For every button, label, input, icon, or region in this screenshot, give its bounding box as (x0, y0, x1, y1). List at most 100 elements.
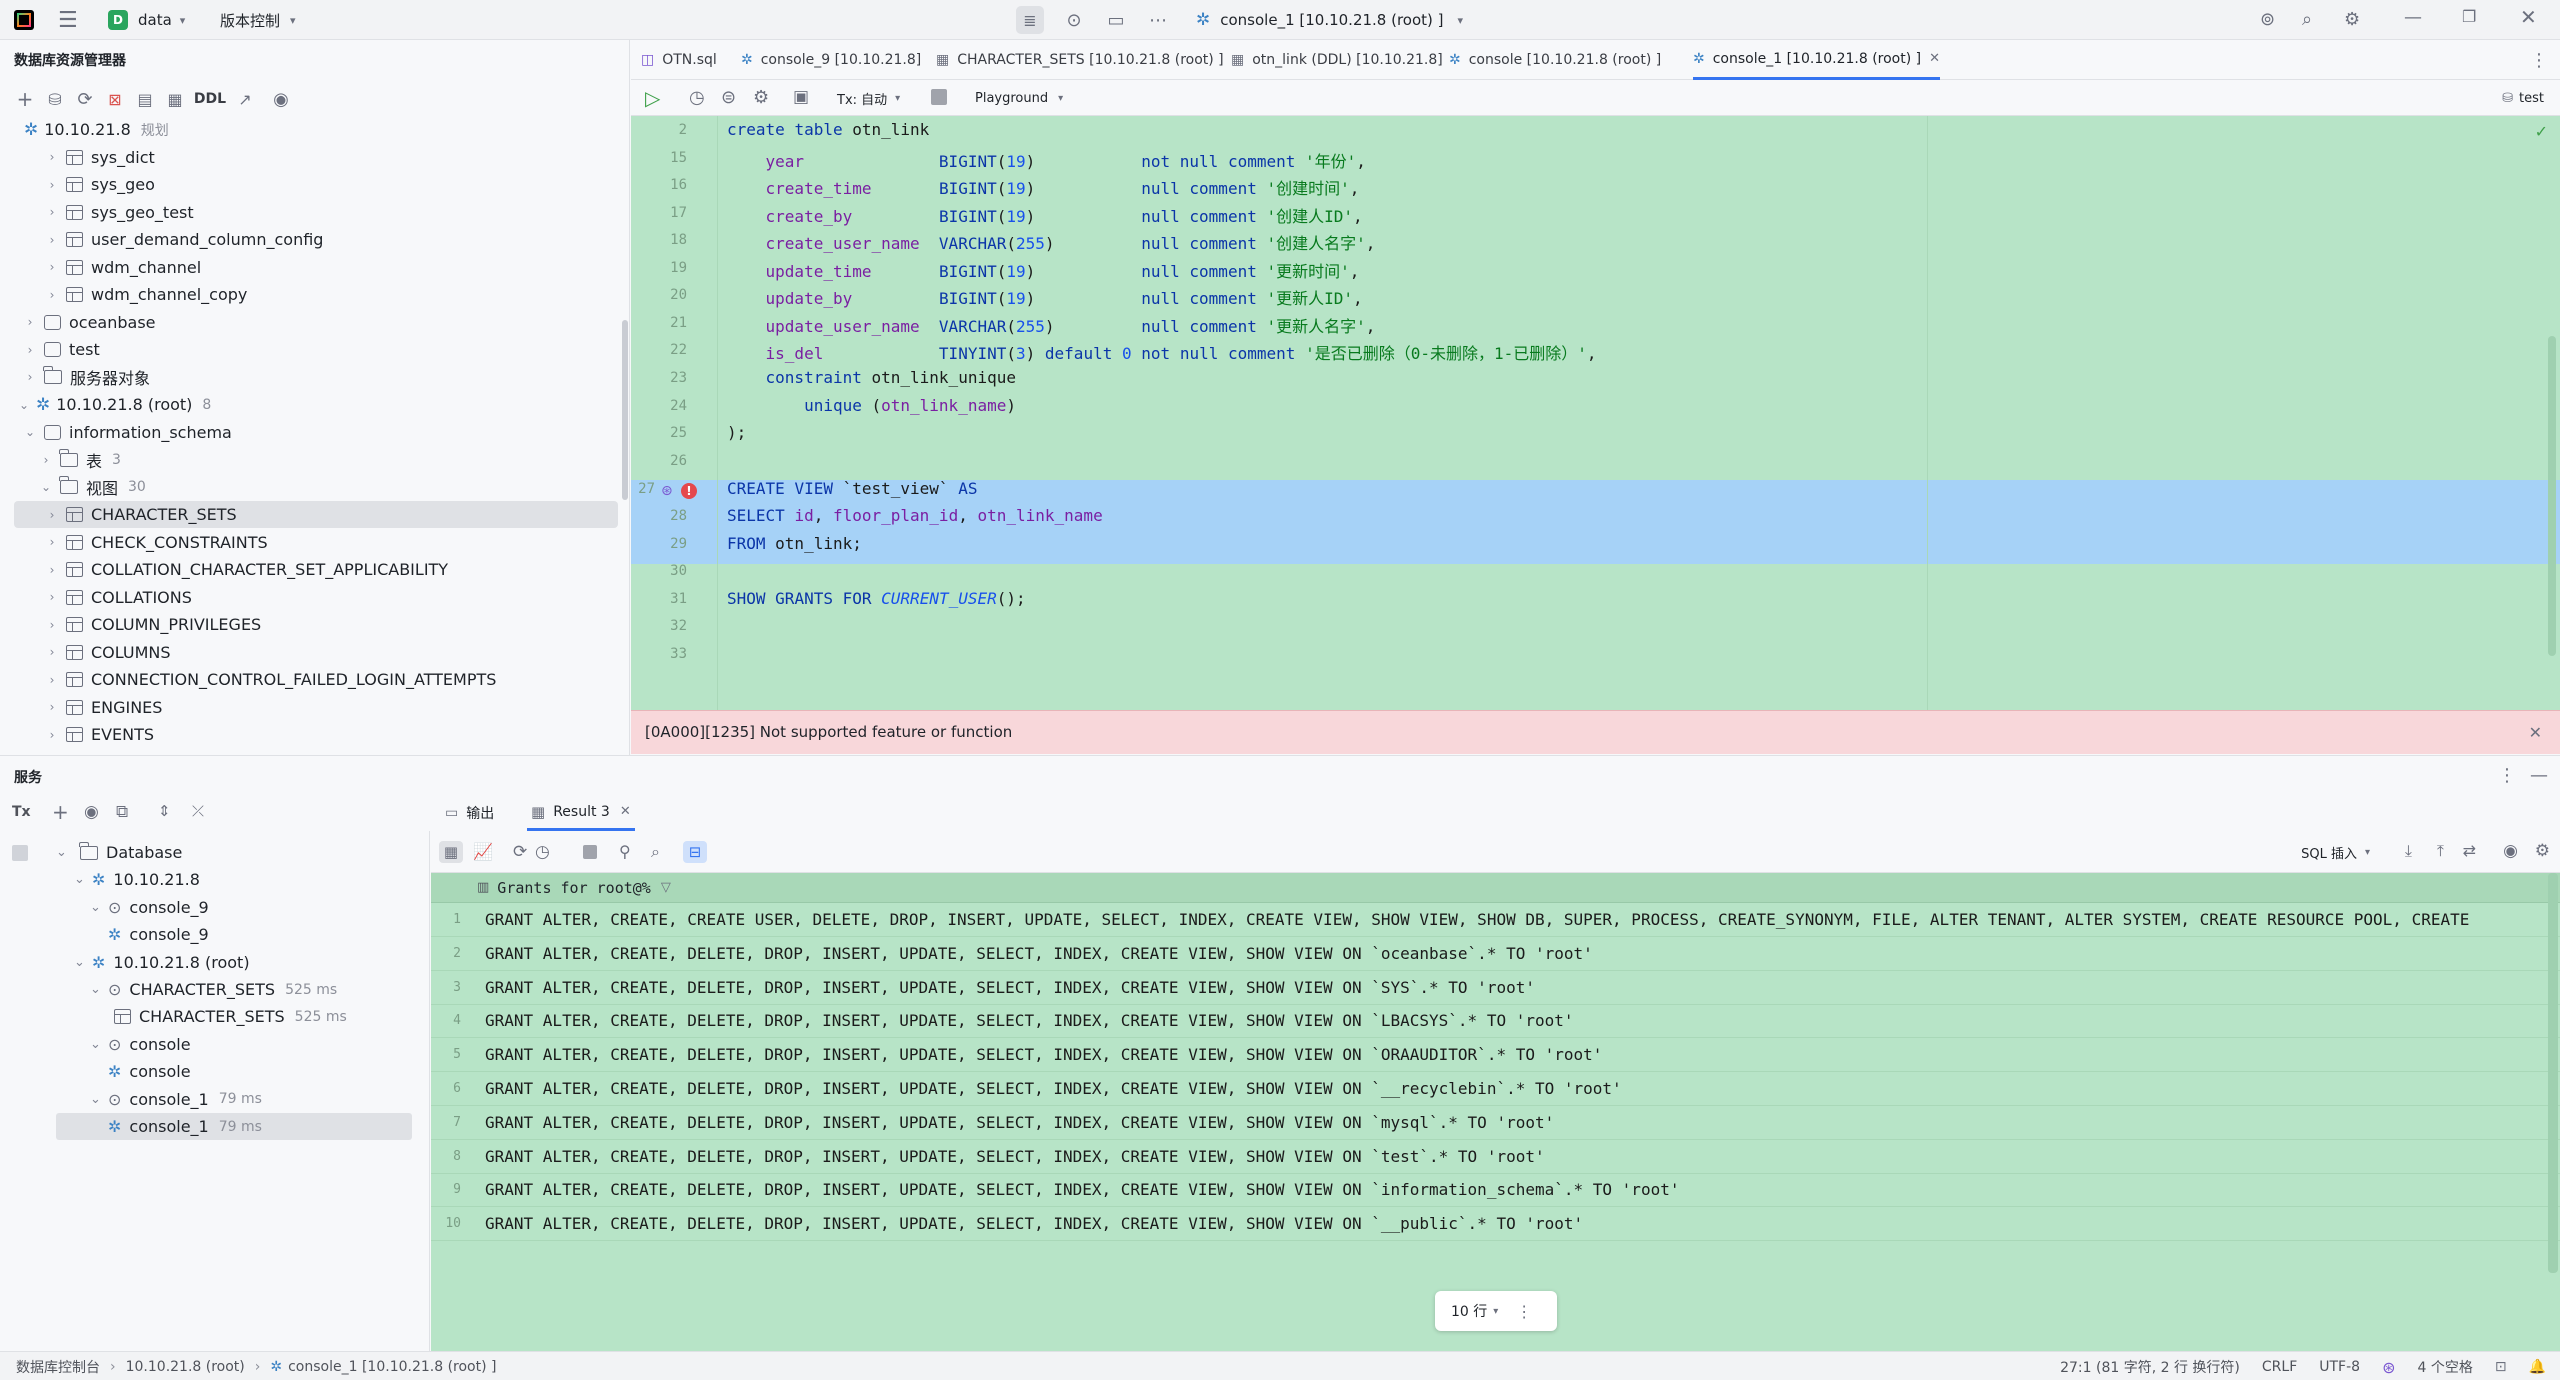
editor-tab[interactable]: ✲ console_9 [10.10.21.8] (741, 40, 921, 80)
breadcrumb-item[interactable]: console_1 [10.10.21.8 (root) ] (288, 1359, 496, 1375)
table-row[interactable]: 3 GRANT ALTER, CREATE, DELETE, DROP, INSE… (431, 971, 2560, 1005)
tree-item-folder[interactable]: › 表 3 (38, 446, 121, 473)
chevron-right-icon[interactable]: › (44, 178, 60, 192)
code-line[interactable]: unique (otn_link_name) (727, 396, 1016, 415)
code-line[interactable]: create table otn_link (727, 120, 929, 139)
view-icon[interactable]: ◉ (2503, 841, 2518, 861)
ddl-button[interactable]: DDL (190, 91, 230, 107)
editor-scrollbar[interactable] (2548, 336, 2556, 656)
chevron-right-icon[interactable]: › (44, 150, 60, 164)
chevron-down-icon[interactable]: ⌄ (38, 480, 54, 494)
tree-item-table[interactable]: › CHECK_CONSTRAINTS (44, 529, 268, 556)
run-gutter-icon[interactable]: ⊛ (661, 483, 673, 499)
more-icon[interactable]: ⋮ (1516, 1302, 1532, 1321)
service-tree-item[interactable]: ✲ console (108, 1058, 191, 1085)
chevron-right-icon[interactable]: › (44, 618, 60, 632)
chevron-down-icon[interactable]: ⌄ (56, 845, 74, 860)
history-icon[interactable]: ◷ (689, 87, 705, 108)
hide-panel-icon[interactable]: — (2530, 765, 2548, 786)
ai-assistant-icon[interactable]: ⊚ (2260, 9, 2275, 30)
tree-item-db[interactable]: › test (22, 336, 100, 363)
chevron-down-icon[interactable]: ⌄ (90, 982, 108, 997)
database-icon[interactable]: ≣ (1016, 6, 1044, 34)
service-tree-item[interactable]: ✲ console_9 (108, 921, 209, 948)
tree-scrollbar[interactable] (622, 320, 628, 500)
chevron-down-icon[interactable]: ⌄ (22, 425, 38, 439)
table-cell[interactable]: GRANT ALTER, CREATE, DELETE, DROP, INSER… (471, 1079, 1622, 1098)
code-line[interactable]: create_user_name VARCHAR(255) null comme… (727, 230, 1376, 254)
chevron-right-icon[interactable]: › (22, 370, 38, 384)
editor-tab[interactable]: ✲ console_1 [10.10.21.8 (root) ] ✕ (1693, 40, 1941, 80)
chevron-right-icon[interactable]: › (44, 205, 60, 219)
tx-mode-select[interactable]: Tx: 自动 ▾ (837, 87, 900, 109)
chevron-down-icon[interactable]: ⌄ (74, 872, 92, 887)
table-cell[interactable]: GRANT ALTER, CREATE, DELETE, DROP, INSER… (471, 1045, 1602, 1064)
tree-item-conn[interactable]: ⌄ ✲ 10.10.21.8 (root) 8 (16, 391, 211, 418)
close-tab-icon[interactable]: ✕ (620, 804, 631, 819)
data-source-icon[interactable]: ⛁ (40, 90, 70, 109)
settings-gear-icon[interactable]: ⚙ (2344, 9, 2360, 30)
editor-tab[interactable]: ▦ otn_link (DDL) [10.10.21.8] (1231, 40, 1443, 80)
chevron-right-icon[interactable]: › (44, 260, 60, 274)
search-icon[interactable]: ⌕ (2302, 9, 2312, 30)
execute-icon[interactable]: ▷ (645, 86, 660, 110)
reload-icon[interactable]: ⟳ (513, 842, 527, 862)
table-row[interactable]: 4 GRANT ALTER, CREATE, DELETE, DROP, INSE… (431, 1004, 2560, 1039)
lock-icon[interactable]: ⊡ (2495, 1359, 2507, 1375)
console-open-icon[interactable]: ▤ (130, 90, 160, 109)
editor-tab[interactable]: ✲ console [10.10.21.8 (root) ] (1449, 40, 1661, 80)
table-row[interactable]: 10 GRANT ALTER, CREATE, DELETE, DROP, INS… (431, 1207, 2560, 1242)
editor-tab[interactable]: ◫ OTN.sql (641, 40, 717, 80)
tree-item-db[interactable]: › oceanbase (22, 309, 156, 336)
vcs-menu[interactable]: 版本控制 ▾ (220, 8, 296, 32)
tree-item-table[interactable]: › ENGINES (44, 694, 163, 721)
tree-item-table[interactable]: › EVENTS (44, 721, 154, 748)
chevron-down-icon[interactable]: ⌄ (90, 900, 108, 915)
table-row[interactable]: 1 GRANT ALTER, CREATE, CREATE USER, DELET… (431, 903, 2560, 937)
chevron-down-icon[interactable]: ⌄ (74, 955, 92, 970)
collapse-all-icon[interactable]: ⤫ (192, 802, 204, 820)
minimize-icon[interactable]: — (2404, 7, 2422, 28)
chevron-right-icon[interactable]: › (44, 288, 60, 302)
code-line[interactable]: year BIGINT(19) not null comment '年份', (727, 148, 1366, 172)
view-options-icon[interactable]: ◉ (260, 89, 302, 110)
jump-icon[interactable]: ↗ (230, 90, 260, 109)
tree-item-folder[interactable]: ⌄ 视图 30 (38, 474, 146, 501)
table-row[interactable]: 6 GRANT ALTER, CREATE, DELETE, DROP, INSE… (431, 1072, 2560, 1106)
chevron-right-icon[interactable]: › (44, 728, 60, 742)
service-tree-item[interactable]: ⌄ ⊙ console (90, 1031, 191, 1058)
new-tab-icon[interactable]: ⧉ (116, 802, 128, 822)
run-configuration[interactable]: ✲ console_1 [10.10.21.8 (root) ] ▾ (1196, 8, 1463, 32)
tree-item-table[interactable]: › COLUMNS (44, 639, 171, 666)
table-cell[interactable]: GRANT ALTER, CREATE, DELETE, DROP, INSER… (471, 1147, 1545, 1166)
table-cell[interactable]: GRANT ALTER, CREATE, DELETE, DROP, INSER… (471, 944, 1593, 963)
export-format-select[interactable]: SQL 插入 ▾ (2301, 842, 2370, 862)
compare-icon[interactable]: ⇄ (2463, 841, 2476, 860)
close-tab-icon[interactable]: ✕ (1929, 51, 1940, 66)
chevron-right-icon[interactable]: › (38, 453, 54, 467)
chevron-right-icon[interactable]: › (44, 563, 60, 577)
chevron-down-icon[interactable]: ⌄ (90, 1037, 108, 1052)
code-line[interactable]: CREATE VIEW `test_view` AS (727, 479, 977, 498)
code-line[interactable]: create_by BIGINT(19) null comment '创建人ID… (727, 203, 1363, 227)
service-tree-item[interactable]: CHARACTER_SETS 525 ms (108, 1003, 347, 1030)
service-tree-item[interactable]: ⌄ ⊙ console_1 79 ms (90, 1086, 262, 1113)
grid-scrollbar[interactable] (2548, 873, 2558, 1273)
table-row[interactable]: 8 GRANT ALTER, CREATE, DELETE, DROP, INSE… (431, 1140, 2560, 1174)
pin-icon[interactable]: ⚲ (619, 842, 631, 861)
tree-item-conn[interactable]: ⌄✲10.10.21.8规划 (4, 116, 169, 143)
service-tree-item[interactable]: ✲ console_1 79 ms (56, 1113, 412, 1140)
playground-select[interactable]: Playground ▾ (975, 87, 1063, 109)
settings-icon[interactable]: ⚙ (753, 87, 769, 108)
filter-active-icon[interactable]: ⊟ (683, 841, 707, 863)
tab-output[interactable]: ▭ 输出 (445, 801, 494, 825)
settings-gear-icon[interactable]: ⚙ (2535, 841, 2550, 861)
cursor-position[interactable]: 27:1 (81 字符, 2 行 换行符) (2060, 1357, 2240, 1377)
chevron-down-icon[interactable]: ⌄ (16, 398, 32, 412)
chevron-right-icon[interactable]: › (44, 535, 60, 549)
restore-icon[interactable]: ❐ (2462, 7, 2476, 26)
code-line[interactable]: FROM otn_link; (727, 534, 862, 553)
table-cell[interactable]: GRANT ALTER, CREATE, DELETE, DROP, INSER… (471, 1113, 1554, 1132)
tree-item-table[interactable]: › COLUMN_PRIVILEGES (44, 611, 262, 638)
table-row[interactable]: 5 GRANT ALTER, CREATE, DELETE, DROP, INSE… (431, 1038, 2560, 1073)
